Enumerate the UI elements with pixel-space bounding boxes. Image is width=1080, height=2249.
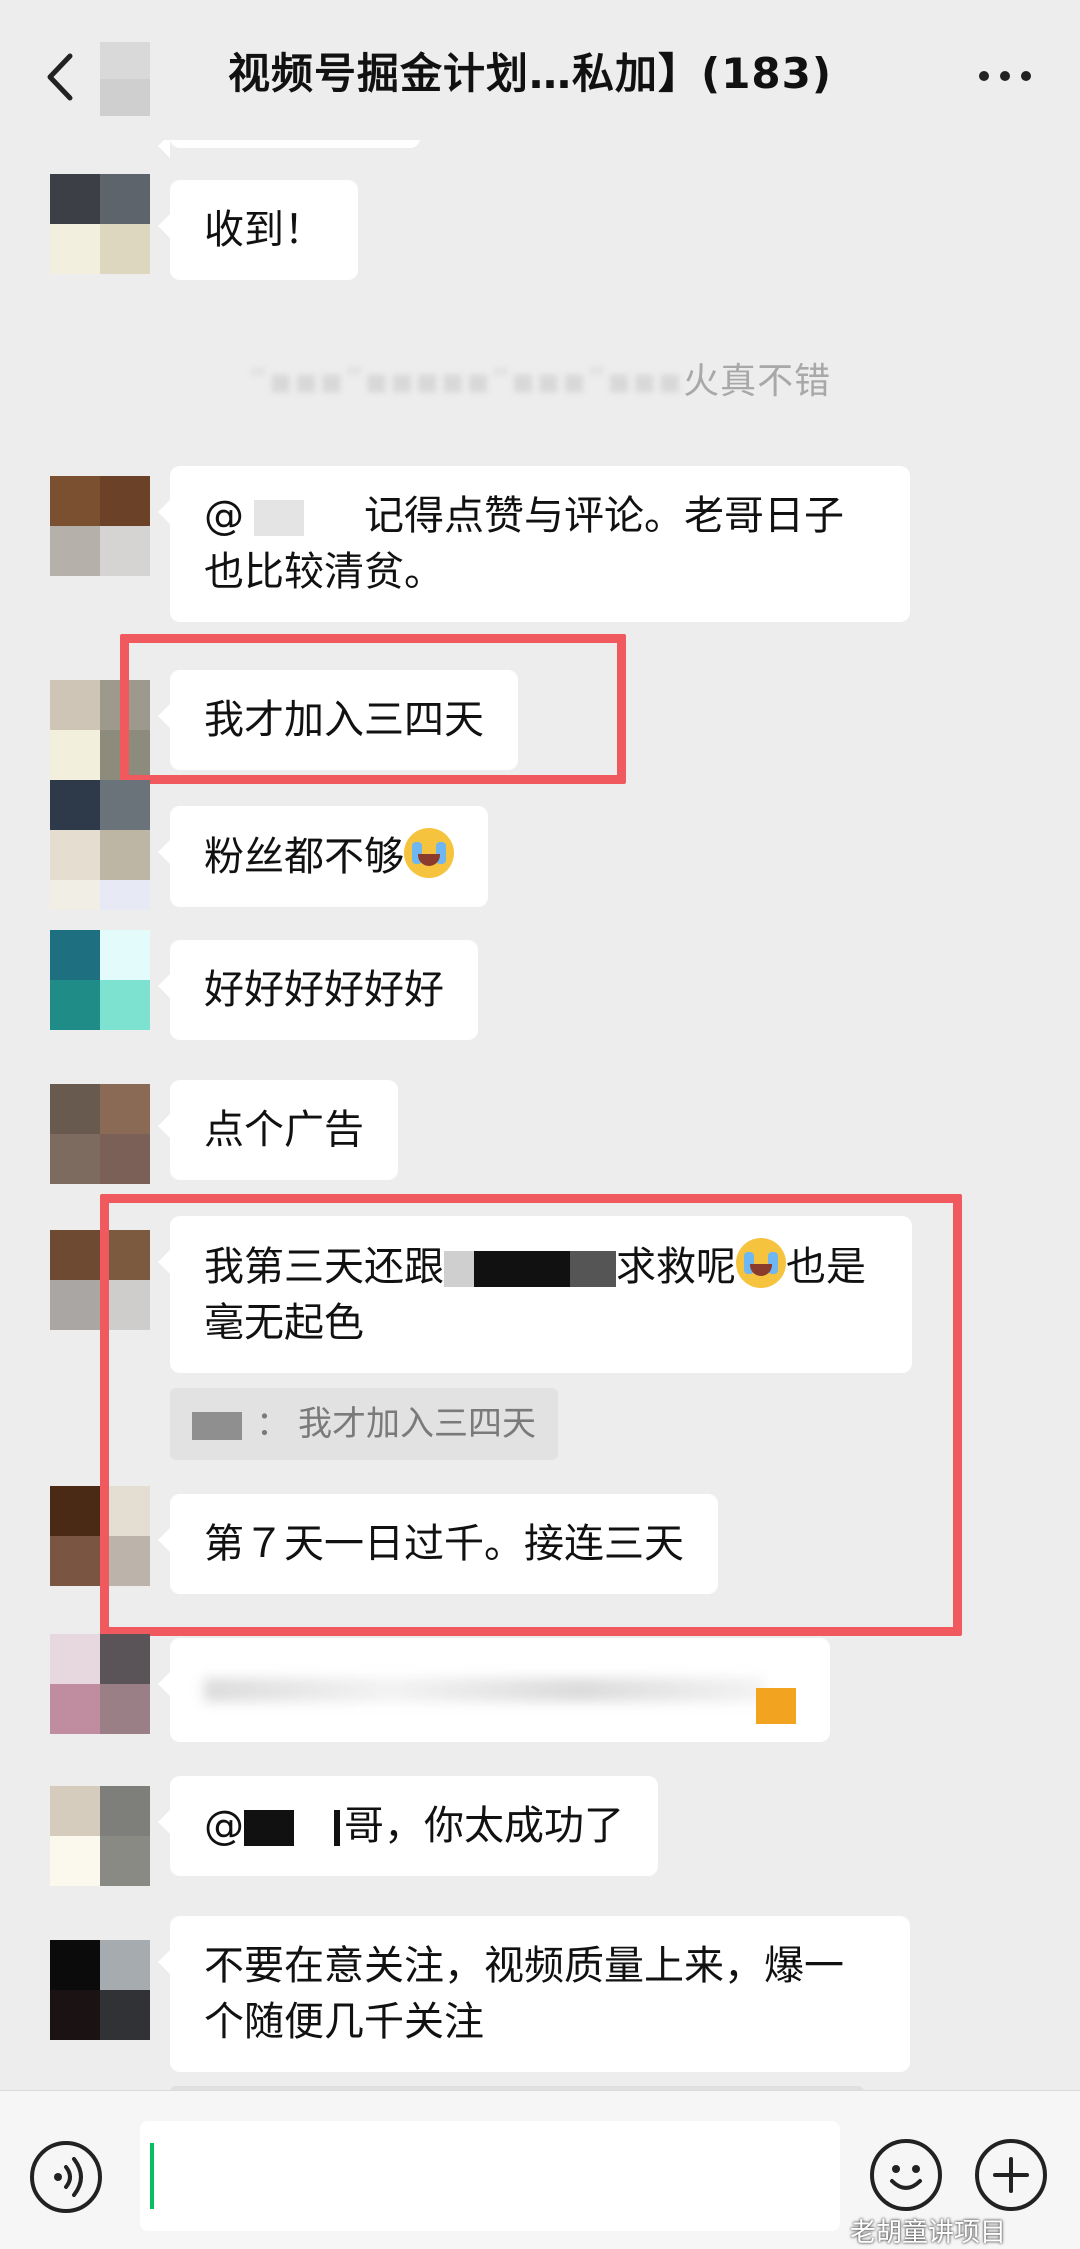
avatar[interactable] (50, 780, 150, 880)
system-notice: “▪▪▪”▪▪▪▪▪“▪▪▪”▪▪▪火真不错 (0, 352, 1080, 404)
message-text: 哥，你太成功了 (344, 1803, 624, 1849)
highlight-box (120, 634, 626, 784)
plus-icon (993, 2157, 1029, 2193)
chat-title[interactable]: 视频号掘金计划…私加】(183) (228, 44, 868, 104)
redacted-name (254, 500, 304, 536)
system-notice-text: 火真不错 (683, 361, 832, 402)
redacted-name (244, 1810, 294, 1846)
emoji-icon (890, 2165, 922, 2190)
message-bubble-partial[interactable] (158, 140, 420, 158)
more-button[interactable] (965, 48, 1045, 104)
chat-header: 视频号掘金计划…私加】(183) (0, 0, 1080, 140)
system-notice-blurred: “▪▪▪”▪▪▪▪▪“▪▪▪”▪▪▪ (248, 361, 684, 402)
watermark: 老胡童讲项目 (850, 2218, 1007, 2248)
emoji-button[interactable] (870, 2139, 942, 2211)
message-bubble[interactable]: 收到！ (158, 180, 358, 280)
voice-button[interactable] (30, 2141, 102, 2213)
more-icon-dot (1021, 71, 1031, 81)
more-functions-button[interactable] (975, 2139, 1047, 2211)
avatar[interactable] (50, 1634, 150, 1734)
message-bubble-blurred[interactable] (158, 1638, 830, 1742)
message-list[interactable]: 收到！ “▪▪▪”▪▪▪▪▪“▪▪▪”▪▪▪火真不错 @ 记得点赞与评论。老哥日子… (0, 140, 1080, 2090)
mention-prefix: @ (204, 493, 244, 539)
text-caret (150, 2143, 154, 2209)
message-text: 粉丝都不够 (204, 834, 404, 880)
blurred-content (204, 1678, 764, 1702)
back-button[interactable] (30, 40, 90, 110)
message-text: 不要在意关注，视频质量上来，爆一个随便几千关注 (204, 1943, 844, 2045)
emoji-fragment (756, 1688, 796, 1724)
message-text: 点个广告 (204, 1107, 364, 1153)
back-icon (47, 53, 73, 101)
more-icon-dot (1000, 71, 1010, 81)
avatar[interactable] (50, 1786, 150, 1886)
redacted-name (334, 1810, 340, 1846)
group-avatar[interactable] (100, 42, 150, 116)
message-bubble[interactable]: 粉丝都不够 (158, 806, 488, 907)
more-icon (979, 71, 989, 81)
voice-icon (54, 2157, 83, 2197)
message-input[interactable] (140, 2121, 840, 2231)
highlight-box (100, 1194, 962, 1636)
avatar[interactable] (50, 476, 150, 576)
avatar[interactable] (50, 1084, 150, 1184)
message-bubble[interactable]: @ 记得点赞与评论。老哥日子也比较清贫。 (158, 466, 910, 622)
avatar[interactable] (50, 174, 150, 274)
message-bubble[interactable]: 点个广告 (158, 1080, 398, 1180)
avatar-fragment (50, 880, 150, 910)
cry-emoji (404, 828, 454, 878)
avatar[interactable] (50, 1940, 150, 2040)
message-bubble[interactable]: 不要在意关注，视频质量上来，爆一个随便几千关注 (158, 1916, 910, 2072)
mention-prefix: @ (204, 1803, 244, 1849)
message-text: 收到！ (204, 207, 324, 253)
message-text: 好好好好好好 (204, 967, 444, 1013)
message-bubble[interactable]: 好好好好好好 (158, 940, 478, 1040)
message-bubble[interactable]: @ 哥，你太成功了 (158, 1776, 658, 1876)
avatar[interactable] (50, 930, 150, 1030)
